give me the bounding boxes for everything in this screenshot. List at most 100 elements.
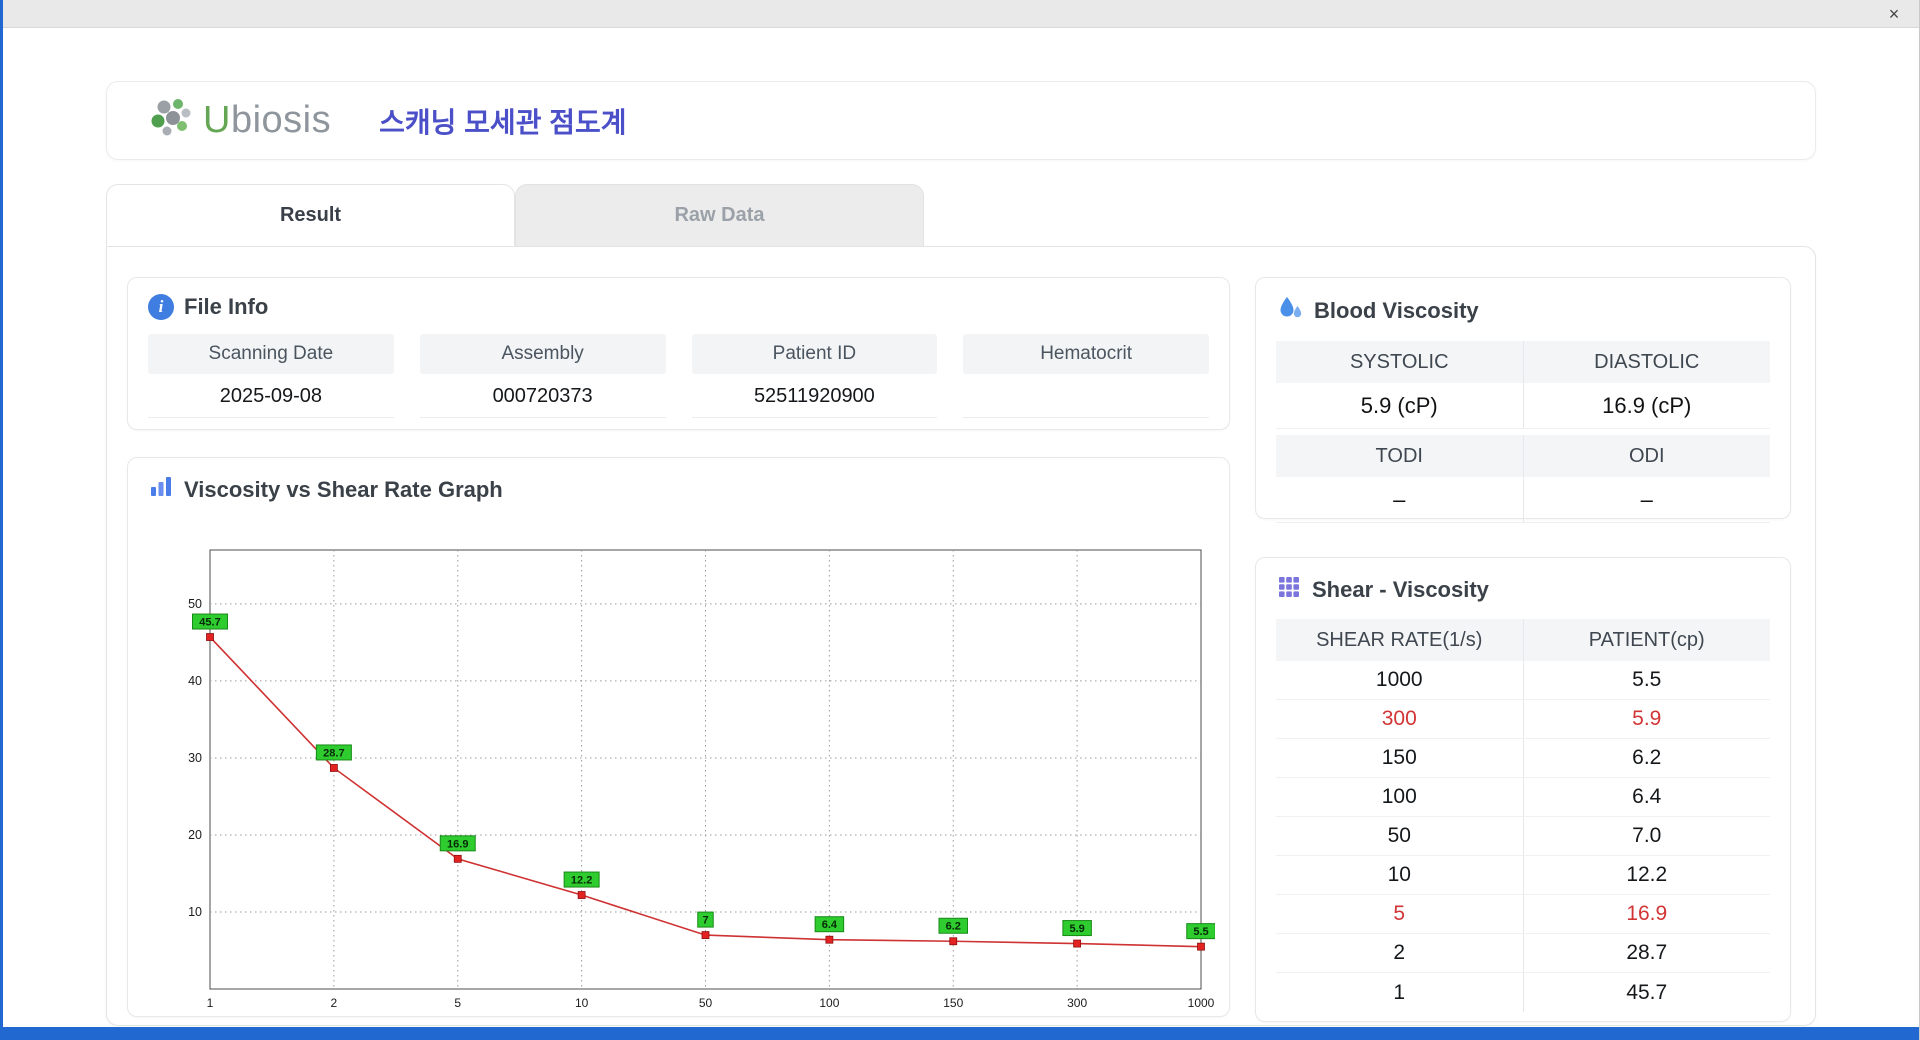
close-icon[interactable]: × (1883, 5, 1905, 23)
patient-cell: 45.7 (1626, 980, 1668, 1004)
svg-text:30: 30 (188, 751, 202, 765)
svg-text:10: 10 (188, 905, 202, 919)
tab-result[interactable]: Result (106, 184, 515, 246)
svg-text:150: 150 (943, 996, 963, 1010)
patient-cell: 16.9 (1626, 902, 1668, 925)
bv-header-cell: DIASTOLIC (1523, 341, 1770, 383)
svg-text:100: 100 (819, 996, 839, 1010)
svg-text:6.4: 6.4 (822, 919, 838, 931)
field-value (963, 374, 1209, 418)
field-value: 000720373 (419, 374, 666, 418)
bv-value-cell: 5.9 (cP) (1276, 383, 1524, 429)
file-info-field: Patient ID 52511920900 (691, 334, 938, 418)
blood-viscosity-card: Blood Viscosity SYSTOLIC DIASTOLIC 5.9 (… (1255, 277, 1791, 523)
page-title: 스캐닝 모세관 점도계 (379, 106, 627, 138)
svg-text:50: 50 (188, 597, 202, 611)
shear-rate-cell: 10 (1276, 856, 1524, 894)
tab-bar: Result Raw Data (106, 184, 1919, 246)
shear-rate-cell: 5 (1276, 895, 1524, 933)
bv-value-cell: – (1276, 477, 1524, 523)
svg-text:1: 1 (207, 996, 214, 1010)
shear-table-row: 10 12.2 (1276, 856, 1770, 895)
bv-value-row: – – (1276, 477, 1770, 523)
svg-text:10: 10 (575, 996, 589, 1010)
app-header: Ubiosis 스캐닝 모세관 점도계 (106, 81, 1816, 160)
shear-table-row: 100 6.4 (1276, 778, 1770, 817)
patient-cell: 28.7 (1626, 941, 1668, 964)
field-label: Patient ID (691, 334, 938, 374)
viscosity-chart: 10 20 30 40 50 1 2 5 10 50 100 150 300 1000 45.7 28.7 16… (188, 549, 1216, 1010)
file-info-field: Hematocrit (963, 334, 1209, 418)
patient-cell: 6.4 (1632, 785, 1662, 808)
shear-table-row: 50 7.0 (1276, 817, 1770, 856)
svg-text:5: 5 (454, 996, 461, 1010)
file-info-card: i File Info Scanning Date 2025-09-08 Ass… (127, 277, 1230, 430)
shear-table-row: 2 28.7 (1276, 934, 1770, 973)
shear-rate-cell: 2 (1276, 934, 1524, 972)
shear-table-row: 1 45.7 (1276, 973, 1770, 1012)
svg-text:6.2: 6.2 (946, 921, 961, 933)
file-info-title: File Info (184, 294, 269, 319)
shear-table-row: 300 5.9 (1276, 700, 1770, 739)
shear-table-body: 1000 5.5 300 5.9 150 6.2 100 6.4 50 7.0 … (1276, 661, 1770, 1012)
patient-cell: 7.0 (1632, 824, 1662, 847)
content-area: Ubiosis 스캐닝 모세관 점도계 Result Raw Data i Fi… (3, 28, 1919, 1027)
droplet-icon (1276, 294, 1304, 327)
bv-header-row: TODI ODI (1276, 435, 1770, 477)
app-window: × Ubiosis 스캐닝 모세관 점도계 Result Raw Data i … (0, 0, 1920, 1040)
svg-text:7: 7 (702, 915, 708, 927)
brand-name: Ubiosis (203, 99, 332, 141)
info-icon: i (148, 294, 174, 320)
field-label: Scanning Date (148, 334, 394, 374)
svg-text:16.9: 16.9 (447, 838, 468, 850)
tab-raw-data[interactable]: Raw Data (515, 184, 924, 246)
bar-chart-icon (148, 474, 174, 505)
svg-text:2: 2 (331, 996, 338, 1010)
window-titlebar: × (3, 0, 1919, 28)
shear-rate-cell: 150 (1276, 739, 1524, 777)
logo-cluster-icon (149, 96, 195, 145)
shear-rate-cell: 1000 (1276, 661, 1524, 699)
file-info-fields: Scanning Date 2025-09-08 Assembly 000720… (148, 334, 1209, 418)
patient-cell: 5.5 (1632, 668, 1662, 691)
right-column: Blood Viscosity SYSTOLIC DIASTOLIC 5.9 (… (1255, 277, 1791, 1022)
svg-text:28.7: 28.7 (323, 747, 344, 759)
file-info-field: Assembly 000720373 (419, 334, 666, 418)
svg-text:20: 20 (188, 828, 202, 842)
shear-rate-cell: 300 (1276, 700, 1524, 738)
graph-title: Viscosity vs Shear Rate Graph (184, 476, 503, 502)
patient-cell: 12.2 (1626, 863, 1668, 886)
svg-text:45.7: 45.7 (199, 617, 220, 629)
ubiosis-logo: Ubiosis (149, 96, 331, 145)
viscosity-graph-card: Viscosity vs Shear Rate Graph 10 20 30 40 50… (127, 457, 1230, 1017)
svg-text:12.2: 12.2 (571, 875, 592, 887)
blood-viscosity-title: Blood Viscosity (1314, 297, 1479, 323)
field-label: Hematocrit (963, 334, 1209, 374)
blood-viscosity-grid: SYSTOLIC DIASTOLIC 5.9 (cP) 16.9 (cP) TO… (1276, 341, 1770, 523)
left-column: i File Info Scanning Date 2025-09-08 Ass… (127, 277, 1230, 1017)
svg-text:300: 300 (1067, 996, 1087, 1010)
shear-rate-column-header: SHEAR RATE(1/s) (1276, 619, 1524, 661)
svg-text:5.9: 5.9 (1069, 923, 1084, 935)
shear-viscosity-title: Shear - Viscosity (1312, 576, 1489, 602)
field-label: Assembly (419, 334, 666, 374)
bv-header-row: SYSTOLIC DIASTOLIC (1276, 341, 1770, 383)
bv-value-cell: – (1523, 477, 1770, 523)
window-bottom-border (3, 1027, 1919, 1040)
bv-header-cell: SYSTOLIC (1276, 341, 1524, 383)
field-value: 52511920900 (691, 374, 938, 418)
patient-column-header: PATIENT(cp) (1588, 628, 1705, 651)
file-info-field: Scanning Date 2025-09-08 (148, 334, 394, 418)
shear-rate-cell: 100 (1276, 778, 1524, 816)
svg-text:5.5: 5.5 (1193, 926, 1208, 938)
bv-value-row: 5.9 (cP) 16.9 (cP) (1276, 383, 1770, 429)
result-panel: i File Info Scanning Date 2025-09-08 Ass… (106, 246, 1816, 1026)
patient-cell: 5.9 (1632, 707, 1662, 730)
shear-rate-cell: 1 (1276, 973, 1524, 1012)
bv-header-cell: TODI (1276, 435, 1524, 477)
svg-text:40: 40 (188, 674, 202, 688)
shear-table-header: SHEAR RATE(1/s) PATIENT(cp) (1276, 619, 1770, 661)
patient-cell: 6.2 (1632, 746, 1662, 769)
svg-text:1000: 1000 (1188, 996, 1215, 1010)
bv-value-cell: 16.9 (cP) (1523, 383, 1770, 429)
